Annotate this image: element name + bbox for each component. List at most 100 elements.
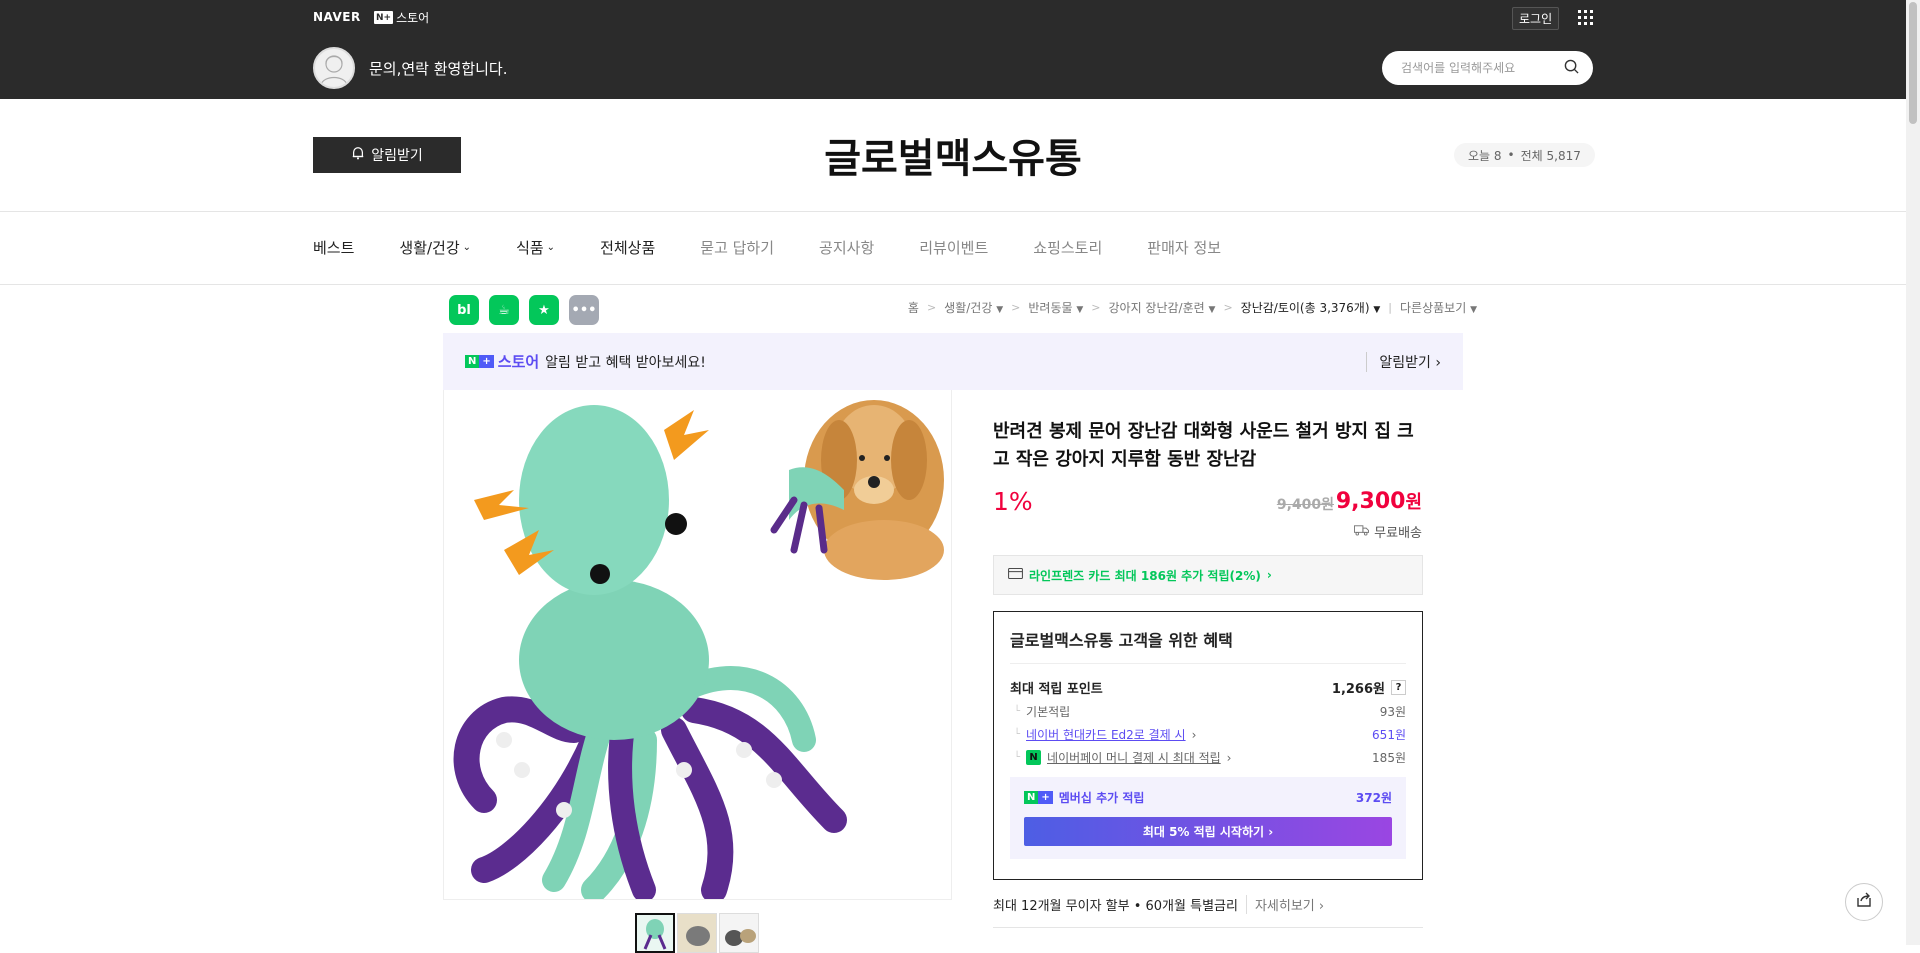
breadcrumb-separator: | [1388,301,1392,314]
blog-share-icon[interactable]: bl [449,295,479,325]
basic-points-row: └ 기본적립 93원 [1010,700,1406,723]
thumbnail-2[interactable] [677,913,717,953]
breadcrumb-separator: > [1223,301,1233,314]
top-bar: NAVER N+ 스토어 로그인 문의,연락 환영합니다. [0,0,1906,99]
discount-rate: 1% [993,487,1033,516]
nav-item-8[interactable]: 쇼핑스토리 [1033,237,1102,258]
truck-icon [1354,524,1370,540]
store-alarm-banner: N + 스토어 알림 받고 혜택 받아보세요! 알림받기 › [443,333,1463,390]
nav-item-9[interactable]: 판매자 정보 [1147,237,1221,258]
chevron-down-icon: ▼ [996,305,1004,315]
visit-counter: 오늘 8 • 전체 5,817 [1454,143,1595,167]
benefit-title: 글로벌맥스유통 고객을 위한 혜택 [1010,612,1406,664]
installment-text: 최대 12개월 무이자 할부 • 60개월 특별금리 [993,899,1238,914]
max-points-value: 1,266원 [1331,681,1385,697]
card-promo-link[interactable]: 라인프렌즈 카드 최대 186원 추가 적립(2%) › [993,555,1423,595]
help-icon[interactable]: ? [1391,679,1406,695]
chevron-down-icon: ▼ [1373,305,1381,315]
max-points-row: 최대 적립 포인트 1,266원 ? [1010,664,1406,700]
dot-separator: • [1507,148,1515,162]
credit-card-icon [1008,568,1023,582]
membership-value: 372원 [1355,790,1392,805]
installment-info: 최대 12개월 무이자 할부 • 60개월 특별금리 자세히보기 › [993,895,1324,914]
header-divider [0,211,1906,212]
breadcrumb-category-2[interactable]: 반려동물 ▼ [1028,299,1083,316]
npay-points-value: 185원 [1372,751,1406,765]
n-plus-icon: N + [1024,790,1053,804]
nav-item-2[interactable]: 생활/건강 ⌄ [399,237,471,258]
nav-item-5[interactable]: 묻고 답하기 [700,237,774,258]
chevron-right-icon: › [1226,750,1232,765]
naver-store-logo[interactable]: N+ 스토어 [374,9,429,26]
chevron-down-icon: ⌄ [546,242,556,253]
shipping-info: 무료배송 [1354,522,1422,541]
thumbnail-list [635,913,759,953]
breadcrumb-category-3[interactable]: 강아지 장난감/훈련 ▼ [1109,299,1216,316]
basic-points-value: 93원 [1379,705,1406,719]
chevron-down-icon: ▼ [1208,305,1216,315]
chevron-down-icon: ▼ [1470,305,1477,315]
more-share-icon[interactable]: ••• [569,295,599,325]
nav-item-1[interactable]: 베스트 [313,237,354,258]
breadcrumb: 홈 > 생활/건강 ▼ > 반려동물 ▼ > 강아지 장난감/훈련 ▼ > 장난… [908,299,1477,316]
chevron-right-icon: › [1435,354,1441,371]
breadcrumb-home[interactable]: 홈 [908,299,919,316]
breadcrumb-category-4[interactable]: 장난감/토이(총 3,376개) ▼ [1241,299,1381,316]
store-logo-text: 스토어 [396,11,430,25]
sub-item-mark-icon: └ [1014,752,1021,763]
visit-today: 오늘 8 [1468,148,1502,163]
category-nav: 베스트 생활/건강 ⌄ 식품 ⌄ 전체상품 묻고 답하기 공지사항 리뷰이벤트 쇼핑스토리 판매자 … [313,237,1266,258]
share-icon [1855,891,1873,913]
store-name-title[interactable]: 글로벌맥스유통 [0,126,1906,184]
banner-message: 알림 받고 혜택 받아보세요! [545,354,706,371]
bookmark-share-icon[interactable]: ★ [529,295,559,325]
nav-divider [0,284,1906,285]
final-price: 9,300원 [1335,489,1422,514]
card-points-value: 651원 [1372,728,1406,742]
seller-avatar [313,47,355,89]
share-icons: bl ☕ ★ ••• [449,295,599,325]
nav-item-4[interactable]: 전체상품 [600,237,655,258]
installment-more-link[interactable]: 자세히보기 › [1245,895,1325,914]
thumbnail-1[interactable] [635,913,675,953]
breadcrumb-category-1[interactable]: 생활/건강 ▼ [944,299,1003,316]
octopus-toy-illustration [453,405,847,899]
nav-item-6[interactable]: 공지사항 [819,237,874,258]
chevron-right-icon: › [1266,568,1272,582]
max-points-label: 최대 적립 포인트 [1010,681,1103,697]
breadcrumb-separator: > [1091,301,1101,314]
floating-share-button[interactable] [1845,883,1883,921]
apps-grid-icon[interactable] [1578,10,1593,25]
sub-item-mark-icon: └ [1014,729,1021,740]
page-scrollbar[interactable] [1906,0,1920,945]
chevron-right-icon: › [1318,899,1325,914]
login-button[interactable]: 로그인 [1512,7,1560,30]
card-points-row: └ 네이버 현대카드 Ed2로 결제 시 › 651원 [1010,723,1406,746]
naver-card-link[interactable]: 네이버 현대카드 Ed2로 결제 시 [1026,726,1186,743]
chevron-down-icon: ⌄ [462,242,472,253]
card-promo-text: 라인프렌즈 카드 최대 186원 추가 적립(2%) [1029,568,1261,583]
chevron-down-icon: ▼ [1076,305,1084,315]
search-icon[interactable] [1564,59,1579,78]
cafe-share-icon[interactable]: ☕ [489,295,519,325]
scrollbar-thumb[interactable] [1909,2,1917,124]
nav-item-3[interactable]: 식품 ⌄ [516,237,555,258]
product-main-image[interactable] [443,390,952,899]
store-search[interactable] [1382,51,1593,85]
banner-alarm-link[interactable]: 알림받기 › [1366,351,1441,372]
benefit-box: 글로벌맥스유통 고객을 위한 혜택 최대 적립 포인트 1,266원 ? └ 기본… [993,611,1423,880]
nav-item-7[interactable]: 리뷰이벤트 [919,237,988,258]
breadcrumb-separator: > [926,301,937,314]
thumbnail-3[interactable] [719,913,759,953]
visit-total: 전체 5,817 [1520,148,1581,163]
search-input[interactable] [1401,61,1564,75]
membership-start-button[interactable]: 최대 5% 적립 시작하기 › [1024,817,1392,846]
npay-icon: N [1026,750,1042,765]
npay-points-row: └ N 네이버페이 머니 결제 시 최대 적립 › 185원 [1010,746,1406,769]
breadcrumb-separator: > [1011,301,1021,314]
dog-illustration [770,400,944,580]
npay-link[interactable]: 네이버페이 머니 결제 시 최대 적립 [1047,749,1221,766]
other-products-link[interactable]: 다른상품보기 ▼ [1400,299,1477,316]
naver-logo[interactable]: NAVER [313,10,361,24]
membership-label: 멤버십 추가 적립 [1058,790,1145,805]
